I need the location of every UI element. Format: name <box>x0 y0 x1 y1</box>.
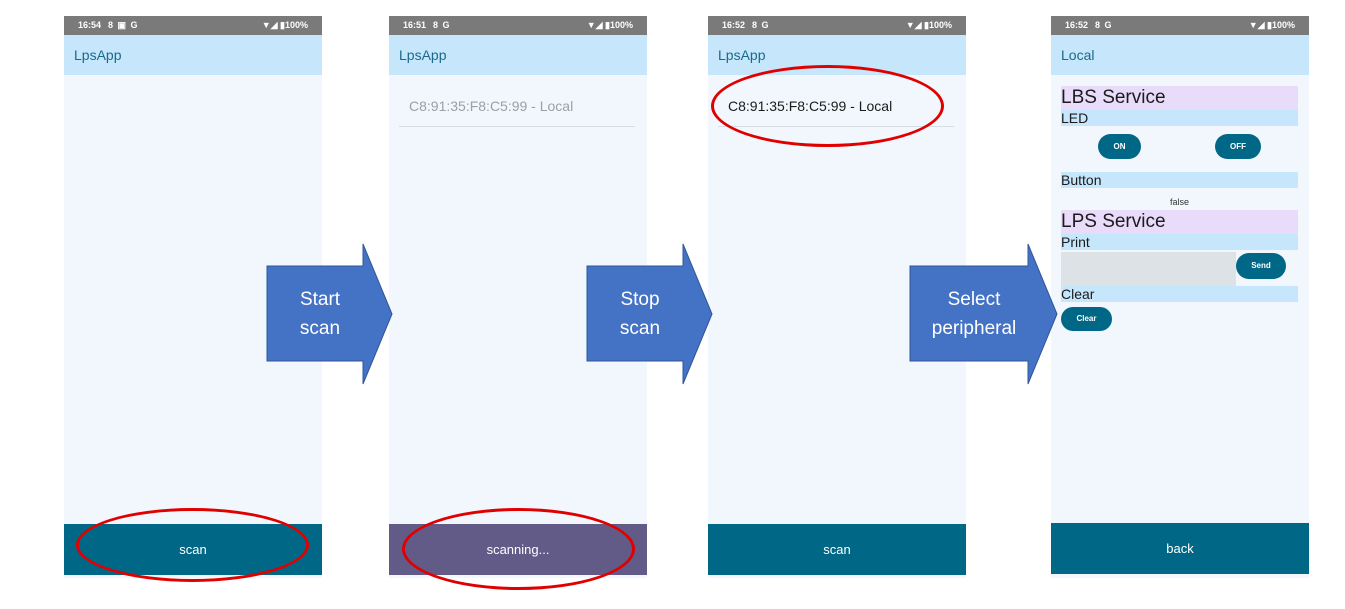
app-title: Local <box>1061 47 1095 63</box>
status-time: 16:52 <box>722 20 746 30</box>
battery-indicator: ▼◢ ▮100% <box>1248 20 1295 30</box>
arrow-stop-scan: Stop scan <box>586 243 714 385</box>
arrow-start-scan: Start scan <box>266 243 394 385</box>
print-label: Print <box>1061 234 1298 250</box>
lbs-service-title: LBS Service <box>1061 86 1298 110</box>
arrow-select-peripheral: Select peripheral <box>909 243 1059 385</box>
status-icons: 8 G <box>433 20 451 30</box>
status-bar: 16:52 8 G ▼◢ ▮100% <box>708 16 966 35</box>
device-address: C8:91:35:F8:C5:99 - Local <box>409 98 574 114</box>
back-button[interactable]: back <box>1051 523 1309 574</box>
status-time: 16:52 <box>1065 20 1089 30</box>
arrow-label-line2: scan <box>619 318 661 339</box>
app-title: LpsApp <box>399 47 447 63</box>
clear-button[interactable]: Clear <box>1061 307 1112 331</box>
phone-screen-4: 16:52 8 G ▼◢ ▮100% Local LBS Service LED… <box>1051 16 1309 578</box>
status-time: 16:54 <box>78 20 102 30</box>
status-bar: 16:52 8 G ▼◢ ▮100% <box>1051 16 1309 35</box>
button-label: Button <box>1061 172 1298 188</box>
lps-service-title: LPS Service <box>1061 210 1298 234</box>
highlight-ellipse-scan <box>76 508 309 582</box>
arrow-label-line1: Start <box>299 289 341 310</box>
button-state-value: false <box>1169 197 1189 207</box>
print-input[interactable] <box>1061 252 1236 287</box>
app-title: LpsApp <box>718 47 766 63</box>
battery-indicator: ▼◢ ▮100% <box>905 20 952 30</box>
app-bar: LpsApp <box>64 35 322 75</box>
status-bar: 16:51 8 G ▼◢ ▮100% <box>389 16 647 35</box>
send-button[interactable]: Send <box>1236 253 1286 279</box>
highlight-ellipse-device <box>711 65 944 147</box>
arrow-label-line2: peripheral <box>931 318 1017 339</box>
arrow-label-line2: scan <box>299 318 341 339</box>
app-bar: LpsApp <box>389 35 647 75</box>
led-label: LED <box>1061 110 1298 126</box>
status-icons: 8 G <box>752 20 770 30</box>
device-list-item[interactable]: C8:91:35:F8:C5:99 - Local <box>399 96 635 127</box>
app-bar: Local <box>1051 35 1309 75</box>
status-bar: 16:54 8 ▣ G ▼◢ ▮100% <box>64 16 322 35</box>
scan-button[interactable]: scan <box>708 524 966 575</box>
led-off-button[interactable]: OFF <box>1215 134 1261 159</box>
arrow-label-line1: Select <box>947 289 1001 310</box>
status-time: 16:51 <box>403 20 427 30</box>
battery-indicator: ▼◢ ▮100% <box>586 20 633 30</box>
clear-section-label: Clear <box>1061 286 1298 302</box>
arrow-label-line1: Stop <box>620 289 660 310</box>
highlight-ellipse-scanning <box>402 508 635 590</box>
status-icons: 8 ▣ G <box>108 20 139 30</box>
led-on-button[interactable]: ON <box>1098 134 1141 159</box>
app-title: LpsApp <box>74 47 122 63</box>
battery-indicator: ▼◢ ▮100% <box>261 20 308 30</box>
status-icons: 8 G <box>1095 20 1113 30</box>
